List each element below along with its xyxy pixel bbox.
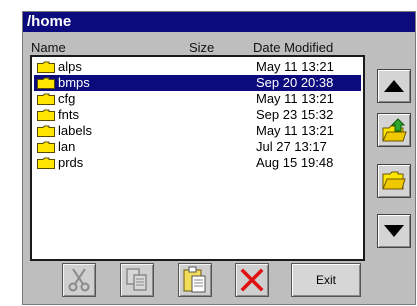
file-date: May 11 13:21	[256, 91, 334, 106]
file-name: lan	[58, 139, 76, 154]
column-header-name[interactable]: Name	[31, 40, 66, 55]
open-folder-icon	[382, 171, 406, 190]
file-manager-window: /home Name Size Date Modified alps May 1…	[22, 11, 416, 305]
file-row-bmps[interactable]: bmps Sep 20 20:38	[34, 75, 361, 91]
folder-up-icon	[382, 118, 407, 142]
file-date: Sep 23 15:32	[256, 107, 334, 122]
folder-icon	[37, 61, 55, 73]
file-name: cfg	[58, 91, 76, 106]
file-date: Jul 27 13:17	[256, 139, 327, 154]
scissors-icon	[68, 268, 90, 292]
copy-button[interactable]	[120, 263, 154, 297]
file-date: Sep 20 20:38	[256, 75, 334, 90]
file-name: alps	[58, 59, 82, 74]
folder-icon	[37, 93, 55, 105]
cut-button[interactable]	[62, 263, 96, 297]
paste-button[interactable]	[178, 263, 212, 297]
file-row-labels[interactable]: labels May 11 13:21	[34, 123, 361, 139]
copy-icon	[126, 268, 147, 291]
file-name: fnts	[58, 107, 79, 122]
delete-button[interactable]	[235, 263, 269, 297]
down-arrow-icon	[384, 225, 404, 237]
folder-icon	[37, 77, 55, 89]
open-folder-button[interactable]	[377, 164, 411, 198]
folder-icon	[37, 157, 55, 169]
exit-button[interactable]: Exit	[291, 263, 361, 297]
file-row-fnts[interactable]: fnts Sep 23 15:32	[34, 107, 361, 123]
file-row-lan[interactable]: lan Jul 27 13:17	[34, 139, 361, 155]
scroll-down-button[interactable]	[377, 214, 411, 248]
delete-x-icon	[240, 268, 264, 292]
file-name: labels	[58, 123, 92, 138]
up-arrow-icon	[384, 80, 404, 92]
file-row-alps[interactable]: alps May 11 13:21	[34, 59, 361, 75]
scroll-up-button[interactable]	[377, 69, 411, 103]
file-date: May 11 13:21	[256, 123, 334, 138]
folder-icon	[37, 125, 55, 137]
column-header-size[interactable]: Size	[189, 40, 214, 55]
file-row-prds[interactable]: prds Aug 15 19:48	[34, 155, 361, 171]
file-name: bmps	[58, 75, 90, 90]
paste-icon	[183, 266, 206, 293]
column-header-date[interactable]: Date Modified	[253, 40, 333, 55]
folder-icon	[37, 109, 55, 121]
file-name: prds	[58, 155, 84, 170]
file-date: May 11 13:21	[256, 59, 334, 74]
file-date: Aug 15 19:48	[256, 155, 334, 170]
window-title: /home	[23, 12, 415, 32]
parent-folder-button[interactable]	[377, 113, 411, 147]
file-row-cfg[interactable]: cfg May 11 13:21	[34, 91, 361, 107]
file-list[interactable]: alps May 11 13:21 bmps Sep 20 20:38 cfg …	[30, 55, 365, 261]
folder-icon	[37, 141, 55, 153]
